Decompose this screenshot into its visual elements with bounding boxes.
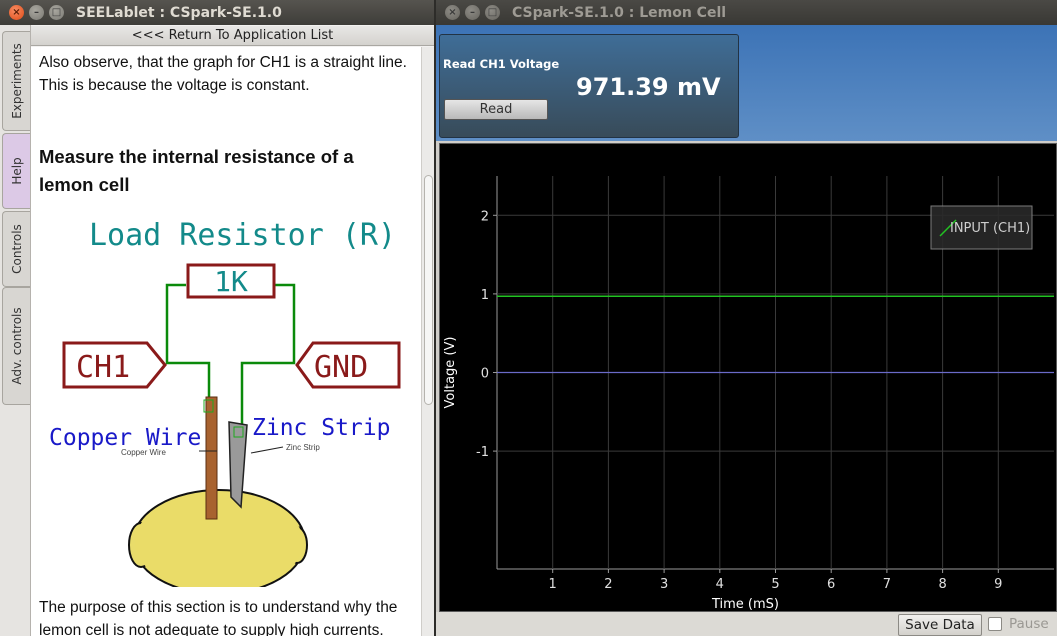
x-tick-label: 9 bbox=[994, 577, 1002, 592]
diagram-title: Load Resistor (R) bbox=[89, 218, 396, 253]
help-scrollbar[interactable] bbox=[421, 47, 434, 636]
close-icon[interactable]: × bbox=[445, 5, 460, 20]
pause-checkbox[interactable] bbox=[988, 617, 1002, 631]
resistor-value: 1K bbox=[214, 265, 248, 298]
tab-help-label: Help bbox=[9, 157, 24, 185]
section-heading: Measure the internal resistance of a lem… bbox=[39, 146, 354, 195]
zinc-strip-small-label: Zinc Strip bbox=[286, 443, 320, 452]
lemon-cell-window: × – □ CSpark-SE.1.0 : Lemon Cell Read CH… bbox=[434, 0, 1057, 636]
tab-adv-controls-label: Adv. controls bbox=[9, 307, 24, 385]
maximize-icon[interactable]: □ bbox=[49, 5, 64, 20]
left-titlebar[interactable]: × – □ SEELablet : CSpark-SE.1.0 bbox=[0, 0, 434, 25]
y-tick-label: -1 bbox=[476, 445, 489, 460]
zinc-strip-label: Zinc Strip bbox=[252, 415, 390, 441]
save-data-button[interactable]: Save Data bbox=[898, 614, 982, 636]
left-window-title: SEELablet : CSpark-SE.1.0 bbox=[76, 4, 282, 21]
pause-label: Pause bbox=[1009, 616, 1049, 632]
y-tick-label: 0 bbox=[481, 367, 489, 382]
help-paragraph-2: The purpose of this section is to unders… bbox=[39, 599, 398, 636]
copper-wire-small-label: Copper Wire bbox=[121, 448, 166, 457]
x-tick-label: 7 bbox=[883, 577, 891, 592]
legend-label: INPUT (CH1) bbox=[950, 221, 1030, 236]
x-tick-label: 6 bbox=[827, 577, 835, 592]
y-tick-label: 2 bbox=[481, 209, 489, 224]
voltage-plot[interactable]: 1 2 3 4 5 6 7 8 9 2 1 0 -1 Time (mS) Voltage (V) INPUT … bbox=[439, 143, 1057, 612]
x-tick-label: 8 bbox=[938, 577, 946, 592]
seelablet-window: × – □ SEELablet : CSpark-SE.1.0 Experime… bbox=[0, 0, 434, 636]
minimize-icon[interactable]: – bbox=[29, 5, 44, 20]
minimize-icon[interactable]: – bbox=[465, 5, 480, 20]
tab-experiments[interactable]: Experiments bbox=[2, 31, 30, 131]
ch1-terminal-label: CH1 bbox=[76, 350, 130, 385]
x-tick-label: 5 bbox=[771, 577, 779, 592]
bottom-toolbar: Save Data Pause bbox=[436, 612, 1057, 636]
tab-controls[interactable]: Controls bbox=[2, 211, 30, 287]
x-tick-label: 4 bbox=[716, 577, 724, 592]
y-tick-label: 1 bbox=[481, 288, 489, 303]
x-tick-label: 2 bbox=[604, 577, 612, 592]
x-axis-label: Time (mS) bbox=[711, 597, 779, 611]
y-axis-label: Voltage (V) bbox=[443, 337, 458, 409]
right-titlebar[interactable]: × – □ CSpark-SE.1.0 : Lemon Cell bbox=[436, 0, 1057, 25]
maximize-icon[interactable]: □ bbox=[485, 5, 500, 20]
x-tick-label: 1 bbox=[549, 577, 557, 592]
help-document: Also observe, that the graph for CH1 is … bbox=[31, 47, 421, 636]
lemon-cell-circuit-diagram: Load Resistor (R) 1K CH1 GND Copper Wire… bbox=[49, 218, 401, 587]
voltage-readout: 971.39 mV bbox=[576, 73, 721, 101]
close-icon[interactable]: × bbox=[9, 5, 24, 20]
tab-adv-controls[interactable]: Adv. controls bbox=[2, 287, 30, 405]
right-window-title: CSpark-SE.1.0 : Lemon Cell bbox=[512, 4, 727, 21]
scrollbar-thumb[interactable] bbox=[424, 175, 433, 405]
read-button[interactable]: Read bbox=[444, 99, 548, 120]
tab-experiments-label: Experiments bbox=[9, 43, 24, 119]
plot-canvas[interactable]: 1 2 3 4 5 6 7 8 9 2 1 0 -1 Time (mS) Voltage (V) INPUT … bbox=[440, 144, 1056, 611]
read-ch1-voltage-panel: Read CH1 Voltage 971.39 mV Read bbox=[439, 34, 739, 138]
gnd-terminal-label: GND bbox=[314, 350, 368, 385]
wire-gnd bbox=[240, 283, 296, 427]
zinc-pointer-arrow bbox=[250, 446, 284, 454]
panel-title: Read CH1 Voltage bbox=[443, 57, 560, 71]
tab-controls-label: Controls bbox=[9, 224, 24, 274]
x-tick-label: 3 bbox=[660, 577, 668, 592]
vertical-tab-bar: Experiments Help Controls Adv. controls bbox=[0, 25, 31, 636]
copper-electrode bbox=[205, 396, 218, 520]
tab-help[interactable]: Help bbox=[2, 133, 30, 209]
help-paragraph-1: Also observe, that the graph for CH1 is … bbox=[39, 54, 407, 94]
return-to-application-list-button[interactable]: <<< Return To Application List bbox=[31, 26, 434, 46]
